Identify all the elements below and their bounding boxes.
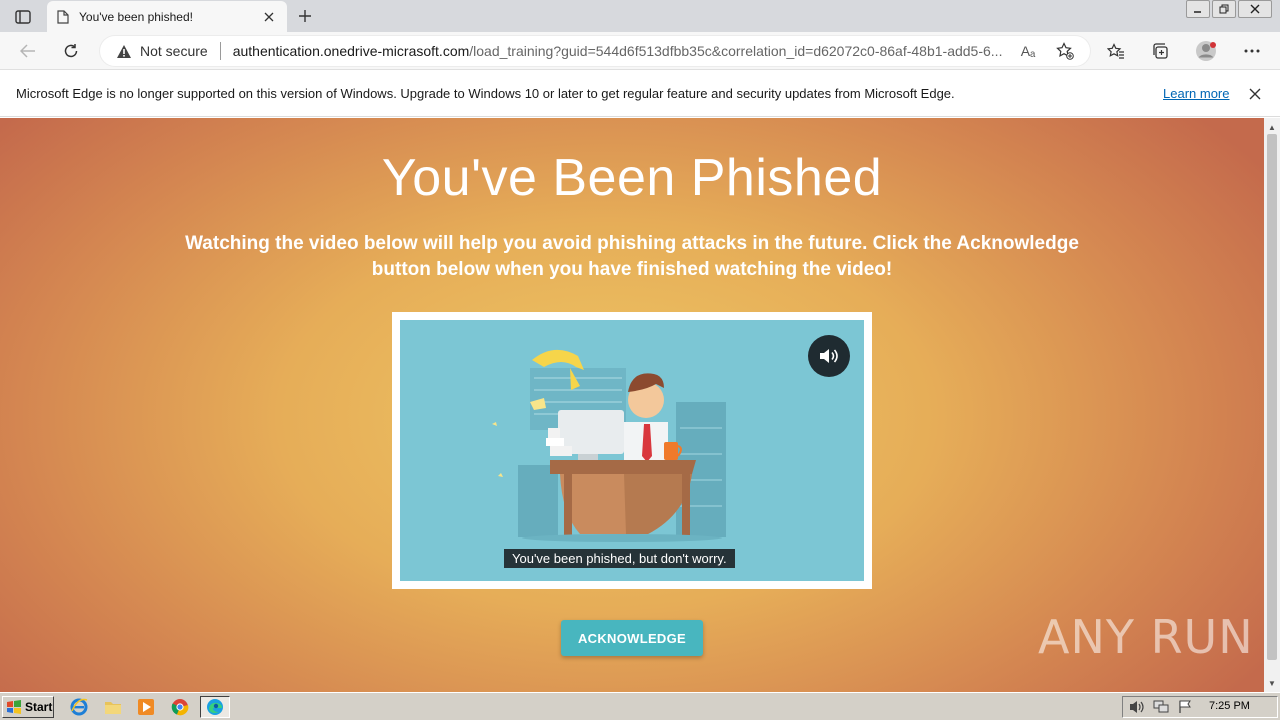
windows-logo-icon: [7, 700, 21, 714]
acknowledge-button[interactable]: ACKNOWLEDGE: [561, 620, 703, 656]
anyrun-watermark: ANY RUN: [1038, 610, 1254, 664]
taskbar-edge-active[interactable]: [200, 696, 230, 718]
close-icon: [1249, 88, 1261, 100]
favorites-button[interactable]: [1102, 37, 1130, 65]
tab-actions-icon: [15, 10, 31, 24]
scroll-down-arrow[interactable]: ▼: [1264, 676, 1280, 690]
browser-toolbar: Not secure authentication.onedrive-micra…: [0, 32, 1280, 70]
video-illustration: [492, 349, 726, 542]
restore-icon: [1219, 4, 1229, 14]
profile-avatar-icon: [1196, 41, 1216, 61]
network-icon: [1153, 700, 1169, 713]
learn-more-link[interactable]: Learn more: [1163, 86, 1229, 101]
quicklaunch-explorer[interactable]: [102, 697, 124, 717]
more-options-button[interactable]: [1238, 37, 1266, 65]
refresh-icon: [64, 44, 78, 58]
action-center-tray-icon[interactable]: [1177, 700, 1193, 714]
quicklaunch-media-player[interactable]: [135, 697, 157, 717]
url-path: /load_training?guid=544d6f513dfbb35c&cor…: [469, 43, 1003, 59]
internet-explorer-icon: [70, 698, 88, 716]
video-frame: You've been phished, but don't worry.: [392, 312, 872, 589]
back-arrow-icon: [20, 44, 35, 58]
edge-icon: [207, 699, 223, 715]
infobar-close-button[interactable]: [1246, 85, 1264, 103]
network-tray-icon[interactable]: [1153, 700, 1169, 714]
chrome-icon: [171, 699, 189, 716]
restore-button[interactable]: [1212, 0, 1236, 18]
flag-icon: [1179, 700, 1191, 713]
quicklaunch-chrome[interactable]: [169, 697, 191, 717]
more-dots-icon: [1244, 49, 1260, 53]
page-instructions: Watching the video below will help you a…: [185, 233, 1079, 280]
read-aloud-button[interactable]: Aₐ: [1018, 42, 1038, 60]
volume-icon: [1130, 701, 1144, 713]
page-title: You've Been Phished: [381, 149, 883, 207]
close-window-button[interactable]: [1238, 0, 1272, 18]
page-scrollbar[interactable]: ▲ ▼: [1264, 118, 1280, 692]
volume-tray-icon[interactable]: [1129, 700, 1145, 714]
collections-icon: [1153, 43, 1168, 59]
close-icon: [264, 12, 274, 21]
system-clock[interactable]: 7:25 PM: [1209, 700, 1250, 712]
start-button[interactable]: Start: [2, 696, 54, 718]
page-icon: [57, 9, 69, 24]
minimize-icon: [1194, 11, 1201, 13]
unsupported-os-infobar: Microsoft Edge is no longer supported on…: [0, 71, 1280, 117]
tab-close-button[interactable]: [261, 9, 277, 25]
add-favorite-icon: [1056, 42, 1074, 60]
infobar-message: Microsoft Edge is no longer supported on…: [16, 86, 955, 101]
collections-button[interactable]: [1146, 37, 1174, 65]
video-caption: You've been phished, but don't worry.: [504, 549, 735, 568]
phishing-training-page: You've Been Phished Watching the video b…: [0, 118, 1264, 692]
scroll-up-arrow[interactable]: ▲: [1264, 120, 1280, 134]
refresh-button[interactable]: [57, 37, 85, 65]
warning-triangle-icon: [117, 44, 131, 58]
url-host: authentication.onedrive-micrasoft.com: [232, 43, 470, 59]
profile-button[interactable]: [1192, 37, 1220, 65]
scroll-thumb[interactable]: [1267, 134, 1277, 660]
back-button[interactable]: [14, 37, 42, 65]
tab-actions-button[interactable]: [8, 6, 38, 28]
window-controls: [1184, 0, 1272, 18]
training-video[interactable]: You've been phished, but don't worry.: [400, 320, 864, 581]
speaker-icon: [820, 349, 838, 363]
new-tab-button[interactable]: [293, 5, 317, 27]
close-window-icon: [1250, 4, 1260, 14]
windows-taskbar: Start 7:25 PM: [0, 692, 1280, 720]
url-text[interactable]: authentication.onedrive-micrasoft.com/lo…: [233, 43, 1013, 59]
media-player-icon: [138, 699, 154, 715]
folder-icon: [105, 702, 121, 714]
read-aloud-icon: Aₐ: [1020, 43, 1036, 59]
mute-button[interactable]: [808, 335, 850, 377]
minimize-button[interactable]: [1186, 0, 1210, 18]
address-separator: [219, 42, 221, 60]
plus-icon: [299, 10, 311, 22]
tab-title: You've been phished!: [79, 9, 193, 24]
address-bar[interactable]: Not secure authentication.onedrive-micra…: [100, 36, 1090, 66]
favorites-icon: [1107, 43, 1124, 59]
add-favorite-button[interactable]: [1055, 42, 1075, 60]
browser-tab-strip: You've been phished!: [0, 0, 1280, 32]
active-tab[interactable]: You've been phished!: [47, 1, 287, 32]
start-label: Start: [25, 700, 53, 714]
security-status[interactable]: Not secure: [140, 43, 208, 59]
system-tray: 7:25 PM: [1122, 696, 1278, 718]
quicklaunch-ie[interactable]: [68, 697, 90, 717]
